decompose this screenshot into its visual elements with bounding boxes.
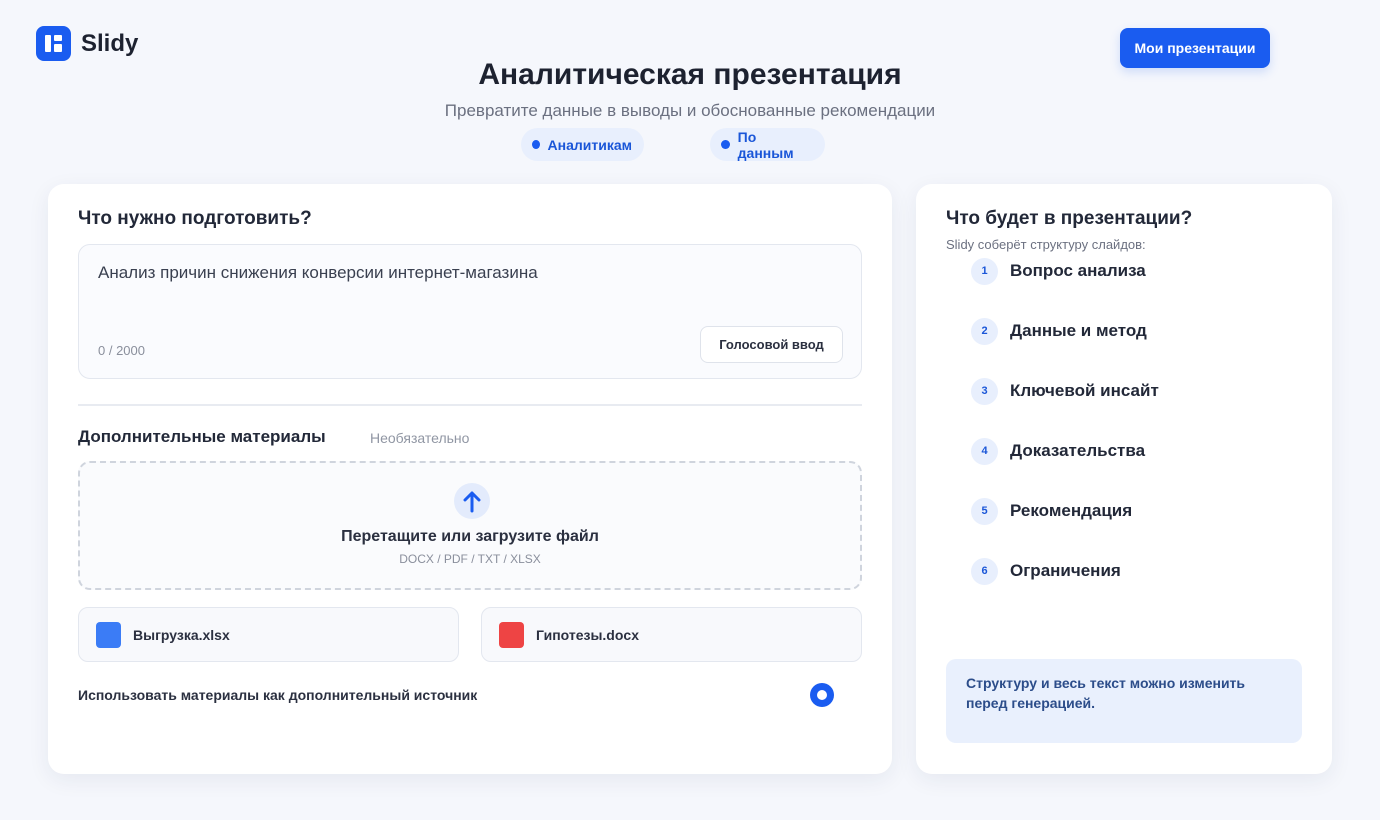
voice-input-button[interactable]: Голосовой ввод (700, 326, 843, 363)
dot-icon (721, 140, 730, 149)
char-counter: 0 / 2000 (98, 343, 145, 358)
use-as-source-label: Использовать материалы как дополнительны… (78, 687, 478, 703)
page-subtitle: Превратите данные в выводы и обоснованны… (444, 101, 936, 120)
file-dropzone[interactable]: Перетащите или загрузите файл DOCX / PDF… (78, 461, 862, 590)
dropzone-title: Перетащите или загрузите файл (341, 528, 599, 545)
structure-step: 3 Ключевой инсайт (971, 377, 1159, 405)
structure-step: 5 Рекомендация (971, 497, 1132, 525)
structure-step: 1 Вопрос анализа (971, 257, 1146, 285)
docx-file-icon (499, 621, 524, 648)
prompt-textarea[interactable]: Анализ причин снижения конверсии интерне… (78, 244, 862, 379)
divider (78, 404, 862, 406)
structure-step: 4 Доказательства (971, 437, 1145, 465)
dropzone-formats: DOCX / PDF / TXT / XLSX (399, 552, 541, 566)
structure-step: 2 Данные и метод (971, 317, 1147, 345)
step-label: Данные и метод (1010, 321, 1147, 340)
step-label: Рекомендация (1010, 501, 1133, 520)
step-label: Ключевой инсайт (1010, 381, 1159, 400)
use-as-source-radio[interactable] (810, 683, 834, 707)
logo-icon (36, 26, 71, 61)
xlsx-file-icon (96, 621, 121, 648)
tag-chip-data: По данным (710, 128, 825, 161)
page: Slidy Мои презентации Аналитическая през… (0, 0, 1380, 820)
step-number: 1 (971, 257, 998, 285)
file-name: Выгрузка.xlsx (133, 626, 230, 643)
structure-subtitle: Slidy соберёт структуру слайдов: (946, 237, 1146, 252)
request-card: Что нужно подготовить? Анализ причин сни… (48, 184, 892, 774)
step-label: Ограничения (1010, 561, 1121, 580)
dot-icon (532, 140, 540, 149)
structure-card: Что будет в презентации? Slidy соберёт с… (916, 184, 1332, 774)
step-number: 3 (971, 377, 998, 405)
upload-arrow-icon (454, 483, 490, 519)
step-label: Вопрос анализа (1010, 261, 1146, 280)
step-number: 5 (971, 497, 998, 525)
step-number: 2 (971, 317, 998, 345)
attached-file[interactable]: Выгрузка.xlsx (78, 607, 459, 662)
step-number: 6 (971, 557, 998, 585)
step-label: Доказательства (1010, 441, 1146, 460)
app-name: Slidy (81, 29, 139, 57)
logo[interactable]: Slidy (36, 26, 138, 61)
materials-title: Дополнительные материалы (78, 427, 326, 446)
file-name: Гипотезы.docx (536, 626, 639, 643)
attached-file[interactable]: Гипотезы.docx (481, 607, 862, 662)
structure-title: Что будет в презентации? (946, 208, 1193, 229)
structure-step: 6 Ограничения (971, 557, 1121, 585)
page-title: Аналитическая презентация (478, 58, 902, 91)
prompt-text[interactable]: Анализ причин снижения конверсии интерне… (98, 263, 538, 283)
tag-chip-analysts: Аналитикам (521, 128, 644, 161)
prompt-section-title: Что нужно подготовить? (78, 208, 312, 229)
chip-label: По данным (737, 128, 794, 161)
chip-label: Аналитикам (547, 136, 632, 153)
optional-label: Необязательно (370, 430, 470, 446)
edit-note: Структуру и весь текст можно изменить пе… (946, 659, 1302, 743)
step-number: 4 (971, 437, 998, 465)
